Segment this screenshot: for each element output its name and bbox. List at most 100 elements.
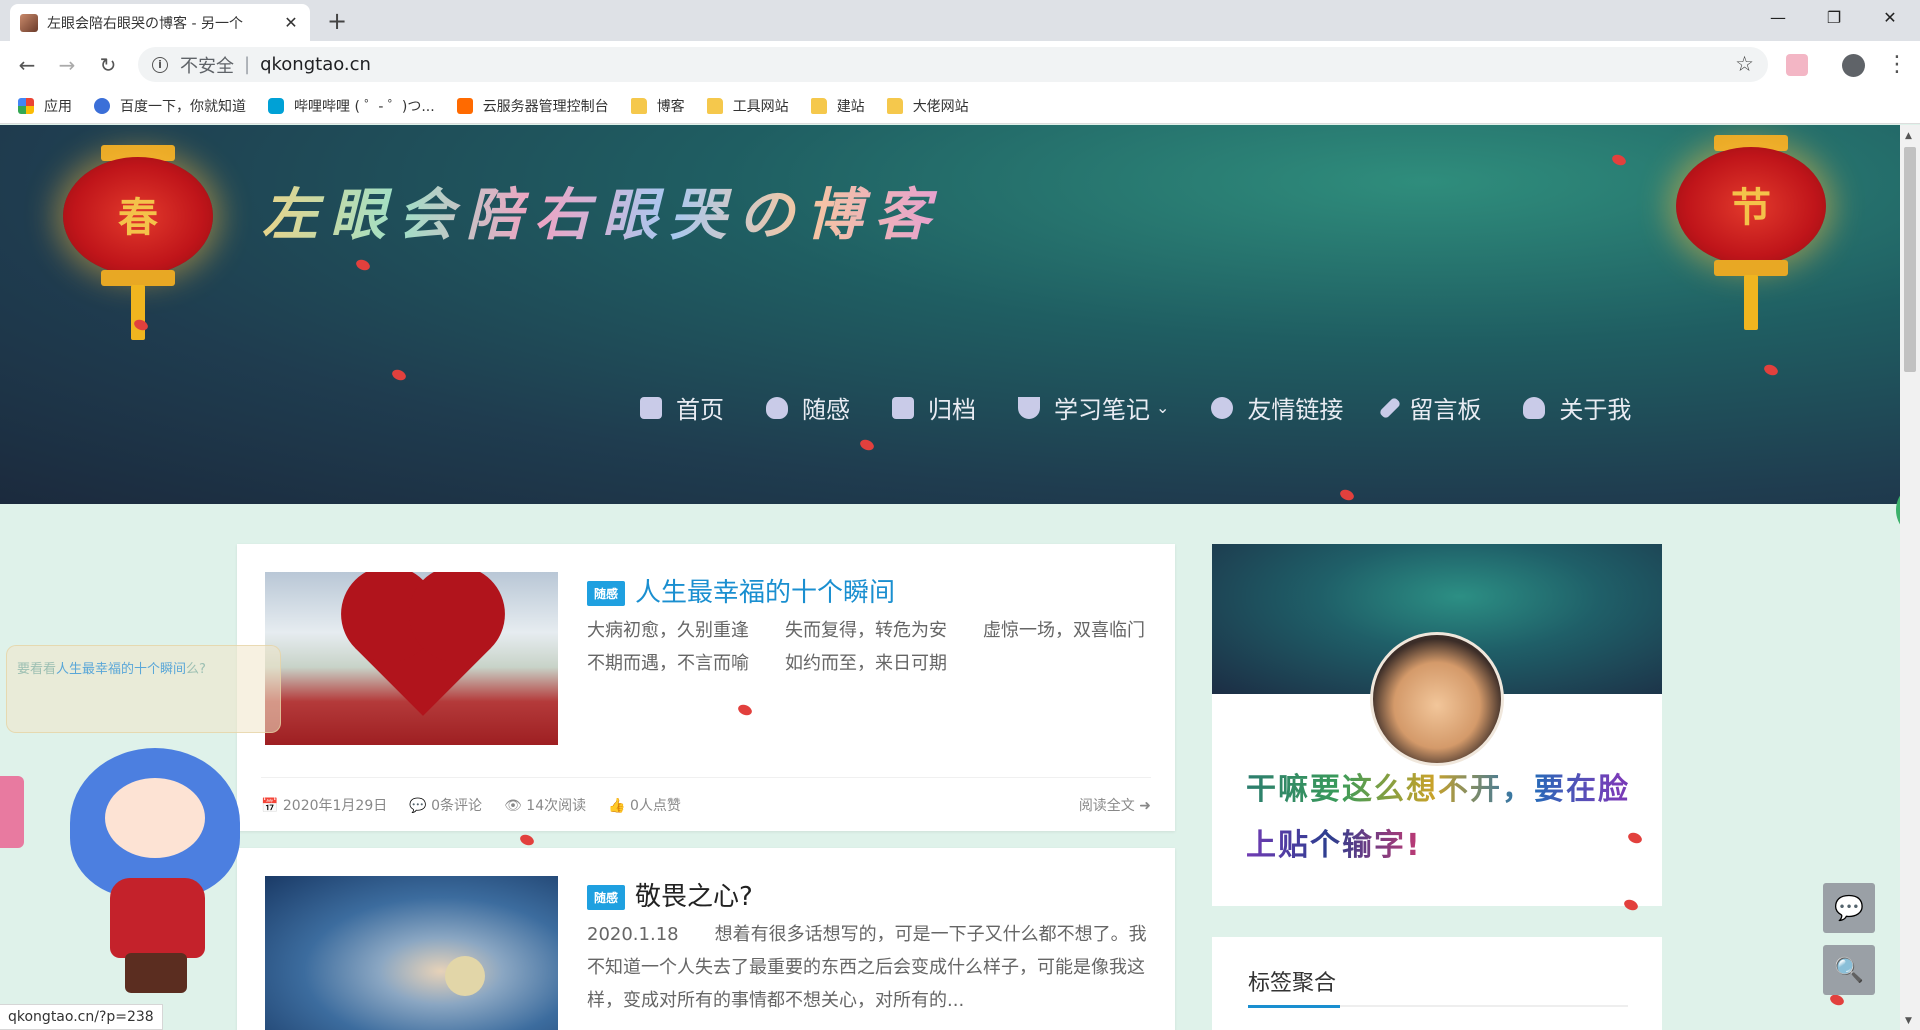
category-badge[interactable]: 随感 bbox=[587, 885, 626, 910]
calendar-icon: 📅 bbox=[261, 797, 279, 814]
nav-archive[interactable]: 归档 bbox=[892, 390, 976, 425]
nav-guestbook[interactable]: 留言板 bbox=[1379, 390, 1481, 425]
scroll-up-icon[interactable]: ▲ bbox=[1905, 131, 1912, 141]
post-thumbnail[interactable] bbox=[265, 876, 558, 1030]
address-bar[interactable]: i 不安全 | qkongtao.cn ☆ bbox=[138, 47, 1768, 82]
bookmark-label: 建站 bbox=[836, 98, 865, 115]
live2d-mascot[interactable] bbox=[50, 708, 260, 998]
browser-tab[interactable]: 左眼会陪右眼哭の博客 - 另一个 ✕ bbox=[10, 4, 310, 41]
scrollbar-thumb[interactable] bbox=[1904, 147, 1916, 372]
read-more-link[interactable]: 阅读全文 ➜ bbox=[1079, 795, 1151, 815]
lantern-tassel bbox=[1744, 275, 1758, 330]
tags-title: 标签聚合 bbox=[1248, 971, 1337, 996]
nav-friend-links[interactable]: 友情链接 bbox=[1211, 390, 1343, 425]
category-badge[interactable]: 随感 bbox=[587, 581, 626, 606]
lantern-bottom bbox=[1714, 260, 1788, 276]
minimize-button[interactable]: — bbox=[1750, 0, 1806, 36]
info-icon[interactable]: i bbox=[152, 56, 168, 73]
nav-label: 首页 bbox=[676, 396, 724, 424]
bookmark-aliyun[interactable]: 云服务器管理控制台 bbox=[456, 96, 609, 116]
bookmark-folder-blog[interactable]: 博客 bbox=[630, 96, 685, 116]
link-icon bbox=[1211, 396, 1234, 419]
read-more-text: 阅读全文 bbox=[1078, 797, 1135, 814]
close-window-button[interactable]: ✕ bbox=[1862, 0, 1918, 36]
petal-decoration bbox=[858, 436, 876, 454]
folder-icon bbox=[630, 97, 647, 114]
petal-decoration bbox=[1338, 486, 1356, 504]
nav-home[interactable]: 首页 bbox=[640, 390, 724, 425]
search-button[interactable]: 🔍 bbox=[1823, 945, 1875, 995]
browser-menu-icon[interactable]: ⋮ bbox=[1886, 54, 1908, 76]
nav-study-notes[interactable]: 学习笔记 ⌄ bbox=[1018, 390, 1169, 425]
nav-label: 学习笔记 bbox=[1054, 396, 1150, 424]
baidu-paw-icon bbox=[94, 97, 110, 114]
post-excerpt: 大病初愈，久别重逢 失而复得，转危为安 虚惊一场，双喜临门 不期而遇，不言而喻 … bbox=[587, 620, 1181, 674]
bookmark-label: 大佬网站 bbox=[912, 98, 969, 115]
petal-decoration bbox=[1762, 361, 1780, 379]
comment-icon: 💬 bbox=[409, 797, 427, 814]
thumbs-up-icon: 👍 bbox=[608, 797, 626, 814]
maximize-button[interactable]: ❐ bbox=[1806, 0, 1862, 36]
wechat-button[interactable]: 💬 bbox=[1823, 883, 1875, 933]
account-icon[interactable] bbox=[1842, 54, 1865, 77]
bookmark-folder-build[interactable]: 建站 bbox=[810, 96, 865, 116]
mascot-face bbox=[105, 778, 205, 858]
lantern-character: 春 bbox=[118, 194, 158, 241]
forward-button[interactable]: → bbox=[53, 51, 81, 79]
petal-decoration bbox=[1610, 151, 1628, 169]
page-scrollbar[interactable]: ▲ ▼ bbox=[1900, 125, 1920, 1030]
post-comments[interactable]: 💬 0条评论 bbox=[409, 795, 482, 815]
url-text[interactable]: qkongtao.cn bbox=[260, 54, 371, 75]
lantern-bottom bbox=[101, 270, 175, 286]
scroll-down-icon[interactable]: ▼ bbox=[1905, 1016, 1912, 1026]
likes-text: 0人点赞 bbox=[630, 797, 681, 814]
post-title[interactable]: 敬畏之心? bbox=[635, 882, 753, 912]
address-separator: | bbox=[244, 54, 251, 75]
post-likes[interactable]: 👍 0人点赞 bbox=[608, 795, 681, 815]
post-card: 随感 人生最幸福的十个瞬间 大病初愈，久别重逢 失而复得，转危为安 虚惊一场，双喜… bbox=[237, 544, 1181, 831]
reload-button[interactable]: ↻ bbox=[94, 51, 122, 79]
apps-icon bbox=[18, 97, 34, 114]
web-page: 左眼会陪右眼哭の博客 春 节 首页 随感 归档 学习笔记 ⌄ 友情链接 留言板 … bbox=[0, 125, 1900, 1030]
post-title[interactable]: 人生最幸福的十个瞬间 bbox=[635, 578, 895, 608]
post-thumbnail[interactable] bbox=[265, 572, 558, 745]
bookmark-bilibili[interactable]: 哔哩哔哩 ( ゜- ゜)つ... bbox=[268, 96, 435, 116]
nav-essays[interactable]: 随感 bbox=[766, 390, 850, 425]
tags-active-underline bbox=[1248, 1005, 1340, 1008]
bookmark-folder-tools[interactable]: 工具网站 bbox=[706, 96, 789, 116]
site-title[interactable]: 左眼会陪右眼哭の博客 bbox=[262, 170, 942, 251]
cloud-icon bbox=[766, 396, 788, 419]
nav-label: 随感 bbox=[802, 396, 850, 424]
bookmark-baidu[interactable]: 百度一下，你就知道 bbox=[94, 96, 246, 116]
back-button[interactable]: ← bbox=[13, 51, 41, 79]
pencil-icon bbox=[1379, 396, 1402, 419]
home-icon bbox=[640, 396, 662, 419]
mascot-legs bbox=[125, 953, 187, 993]
bookmark-label: 应用 bbox=[44, 98, 72, 115]
archive-icon bbox=[892, 396, 914, 419]
site-favicon-icon bbox=[20, 13, 38, 32]
nav-about[interactable]: 关于我 bbox=[1523, 390, 1631, 425]
motto-text: 干嘛要这么想不开，要在脸上贴个输字! bbox=[1246, 772, 1630, 863]
tab-title: 左眼会陪右眼哭の博客 - 另一个 bbox=[47, 15, 243, 32]
post-title-row: 随感 敬畏之心? bbox=[587, 876, 753, 913]
aliyun-icon bbox=[456, 97, 473, 114]
bookmark-folder-experts[interactable]: 大佬网站 bbox=[886, 96, 969, 116]
side-tab-chart-icon[interactable] bbox=[0, 776, 24, 848]
ship-image bbox=[445, 956, 485, 996]
folder-icon bbox=[810, 97, 827, 114]
extension-icon[interactable] bbox=[1786, 54, 1808, 76]
petal-decoration bbox=[354, 256, 372, 274]
avatar[interactable] bbox=[1370, 632, 1504, 766]
bookmark-star-icon[interactable]: ☆ bbox=[1735, 52, 1754, 76]
new-tab-button[interactable]: + bbox=[322, 8, 352, 36]
post-excerpt: 2020.1.18 想着有很多话想写的，可是一下子又什么都不想了。我不知道一个人… bbox=[587, 924, 1147, 1011]
bookmark-apps[interactable]: 应用 bbox=[18, 96, 72, 116]
tab-close-icon[interactable]: ✕ bbox=[282, 13, 300, 32]
user-icon bbox=[1523, 396, 1546, 419]
live2d-message-link[interactable]: 人生最幸福的十个瞬间 bbox=[56, 662, 186, 677]
nav-label: 友情链接 bbox=[1247, 396, 1344, 424]
heart-tree-image bbox=[355, 580, 491, 716]
profile-motto: 干嘛要这么想不开，要在脸上贴个输字! bbox=[1246, 762, 1636, 874]
bilibili-tv-icon bbox=[268, 97, 284, 114]
